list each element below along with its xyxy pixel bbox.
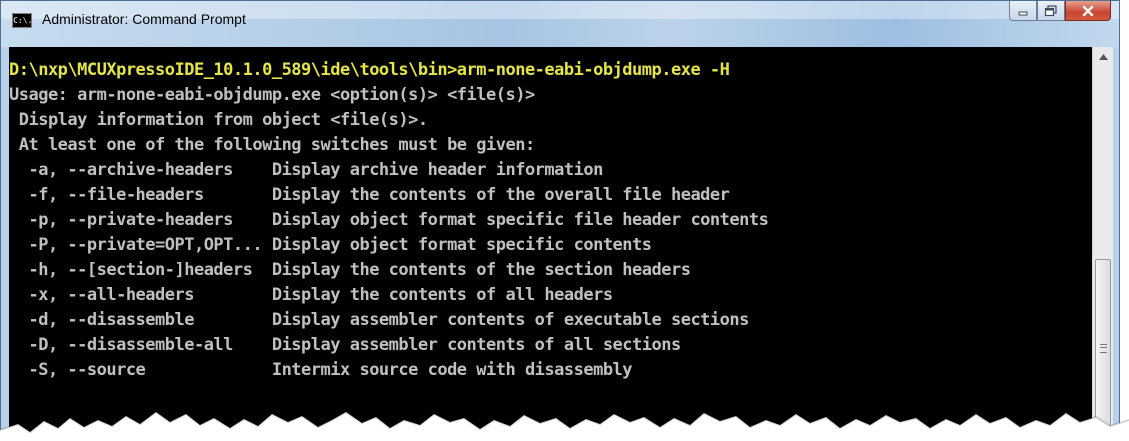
output-line: Display information from object <file(s)… xyxy=(9,110,428,130)
window-controls xyxy=(1009,1,1111,21)
close-button[interactable] xyxy=(1065,1,1111,21)
output-line: At least one of the following switches m… xyxy=(9,135,535,155)
restore-icon xyxy=(1044,4,1057,16)
maximize-button[interactable] xyxy=(1037,1,1065,21)
output-line: -P, --private=OPT,OPT... Display object … xyxy=(9,235,652,255)
output-line: Usage: arm-none-eabi-objdump.exe <option… xyxy=(9,85,535,105)
command-prompt-window: C:\. Administrator: Command Prompt D:\nx… xyxy=(0,0,1120,441)
command-line: D:\nxp\MCUXpressoIDE_10.1.0_589\ide\tool… xyxy=(9,60,730,80)
output-line: -h, --[section-]headers Display the cont… xyxy=(9,260,691,280)
close-icon xyxy=(1082,5,1094,16)
chevron-up-icon xyxy=(1098,54,1108,60)
output-line: -f, --file-headers Display the contents … xyxy=(9,185,730,205)
vertical-scrollbar[interactable] xyxy=(1092,47,1113,440)
output-line: -x, --all-headers Display the contents o… xyxy=(9,285,613,305)
console-output[interactable]: D:\nxp\MCUXpressoIDE_10.1.0_589\ide\tool… xyxy=(9,47,1092,440)
window-title: Administrator: Command Prompt xyxy=(42,11,246,27)
output-line: -D, --disassemble-all Display assembler … xyxy=(9,335,681,355)
grip-icon xyxy=(1100,344,1107,353)
scroll-up-button[interactable] xyxy=(1093,47,1113,67)
title-bar[interactable]: C:\. Administrator: Command Prompt xyxy=(1,1,1119,47)
minimize-button[interactable] xyxy=(1009,1,1037,21)
output-line: -S, --source Intermix source code with d… xyxy=(9,360,633,380)
cmd-icon[interactable]: C:\. xyxy=(12,13,32,28)
console-text: D:\nxp\MCUXpressoIDE_10.1.0_589\ide\tool… xyxy=(9,58,769,383)
minimize-icon xyxy=(1018,11,1028,15)
scroll-thumb[interactable] xyxy=(1095,259,1111,440)
output-line: -a, --archive-headers Display archive he… xyxy=(9,160,603,180)
output-line: -d, --disassemble Display assembler cont… xyxy=(9,310,749,330)
output-line: -p, --private-headers Display object for… xyxy=(9,210,769,230)
